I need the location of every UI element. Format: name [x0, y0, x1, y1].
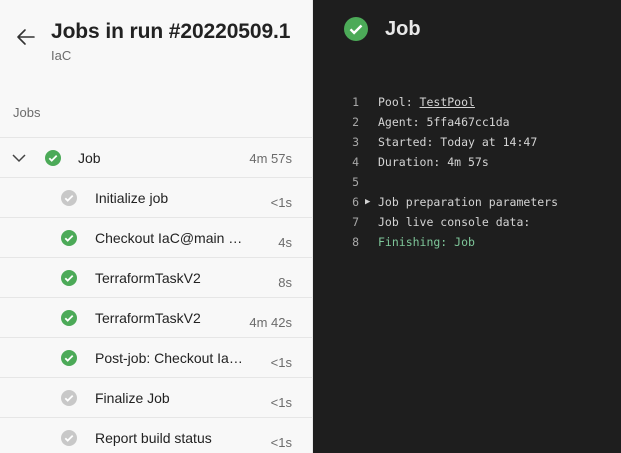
step-row[interactable]: TerraformTaskV2 8s — [0, 257, 312, 297]
step-row[interactable]: Initialize job <1s — [0, 177, 312, 217]
line-number: 7 — [352, 215, 359, 229]
check-circle-gray-icon — [61, 390, 77, 406]
pool-link[interactable]: TestPool — [420, 95, 475, 109]
log-line: 2 Agent: 5ffa467cc1da — [313, 112, 621, 132]
check-circle-icon — [61, 310, 77, 326]
section-label: Jobs — [13, 105, 41, 120]
job-log-panel: Job 1 Pool: TestPool 2 Agent: 5ffa467cc1… — [313, 0, 621, 453]
job-name: Job — [78, 150, 101, 166]
log-text: Pool: — [378, 95, 420, 109]
line-number: 8 — [352, 235, 359, 249]
step-name: Initialize job — [95, 190, 169, 206]
job-row[interactable]: Job 4m 57s — [0, 137, 312, 177]
step-duration: <1s — [270, 355, 292, 370]
jobs-list: Job 4m 57s Initialize job <1s Checkout I… — [0, 137, 312, 453]
log-text: Duration: 4m 57s — [378, 155, 489, 169]
log-text: Started: Today at 14:47 — [378, 135, 538, 149]
line-number: 2 — [352, 115, 359, 129]
triangle-right-icon[interactable]: ▶ — [365, 192, 370, 212]
step-row[interactable]: Report build status <1s — [0, 417, 312, 453]
check-circle-gray-icon — [61, 190, 77, 206]
log-line: 7 Job live console data: — [313, 212, 621, 232]
pipeline-name: IaC — [51, 48, 72, 63]
check-circle-icon — [45, 150, 61, 166]
job-title: Job — [385, 18, 421, 40]
line-number: 4 — [352, 155, 359, 169]
step-duration: <1s — [270, 195, 292, 210]
log-line: 1 Pool: TestPool — [313, 92, 621, 112]
step-name: Post-job: Checkout Ia… — [95, 350, 243, 366]
step-duration: <1s — [270, 395, 292, 410]
line-number: 1 — [352, 95, 359, 109]
step-duration: 4m 42s — [249, 315, 292, 330]
line-number: 6 — [352, 195, 359, 209]
log-line[interactable]: 6 ▶ Job preparation parameters — [313, 192, 621, 212]
check-circle-icon — [61, 350, 77, 366]
line-number: 3 — [352, 135, 359, 149]
chevron-down-icon[interactable] — [12, 153, 26, 163]
log-line: 4 Duration: 4m 57s — [313, 152, 621, 172]
step-duration: 4s — [278, 235, 292, 250]
step-duration: 8s — [278, 275, 292, 290]
log-text: Finishing: Job — [378, 235, 475, 249]
log-line: 5 — [313, 172, 621, 192]
arrow-left-icon[interactable] — [14, 25, 38, 49]
step-row[interactable]: Checkout IaC@main to s 4s — [0, 217, 312, 257]
step-name: Finalize Job — [95, 390, 170, 406]
page-title: Jobs in run #20220509.1 — [51, 20, 291, 43]
step-name: Checkout IaC@main to s — [95, 230, 243, 246]
log-text: Agent: 5ffa467cc1da — [378, 115, 510, 129]
step-row[interactable]: TerraformTaskV2 4m 42s — [0, 297, 312, 337]
log-line: 8 Finishing: Job — [313, 232, 621, 252]
console-log: 1 Pool: TestPool 2 Agent: 5ffa467cc1da 3… — [313, 92, 621, 252]
step-name: Report build status — [95, 430, 212, 446]
step-name: TerraformTaskV2 — [95, 270, 201, 286]
check-circle-icon — [61, 230, 77, 246]
jobs-panel: Jobs in run #20220509.1 IaC Jobs Job 4m … — [0, 0, 313, 453]
log-line: 3 Started: Today at 14:47 — [313, 132, 621, 152]
step-duration: <1s — [270, 435, 292, 450]
log-text: Job live console data: — [378, 215, 531, 229]
check-circle-icon — [61, 270, 77, 286]
job-duration: 4m 57s — [249, 151, 292, 166]
log-text[interactable]: Job preparation parameters — [378, 192, 558, 212]
check-circle-icon — [344, 17, 368, 41]
step-name: TerraformTaskV2 — [95, 310, 201, 326]
step-row[interactable]: Finalize Job <1s — [0, 377, 312, 417]
step-row[interactable]: Post-job: Checkout Ia… <1s — [0, 337, 312, 377]
line-number: 5 — [352, 175, 359, 189]
check-circle-gray-icon — [61, 430, 77, 446]
